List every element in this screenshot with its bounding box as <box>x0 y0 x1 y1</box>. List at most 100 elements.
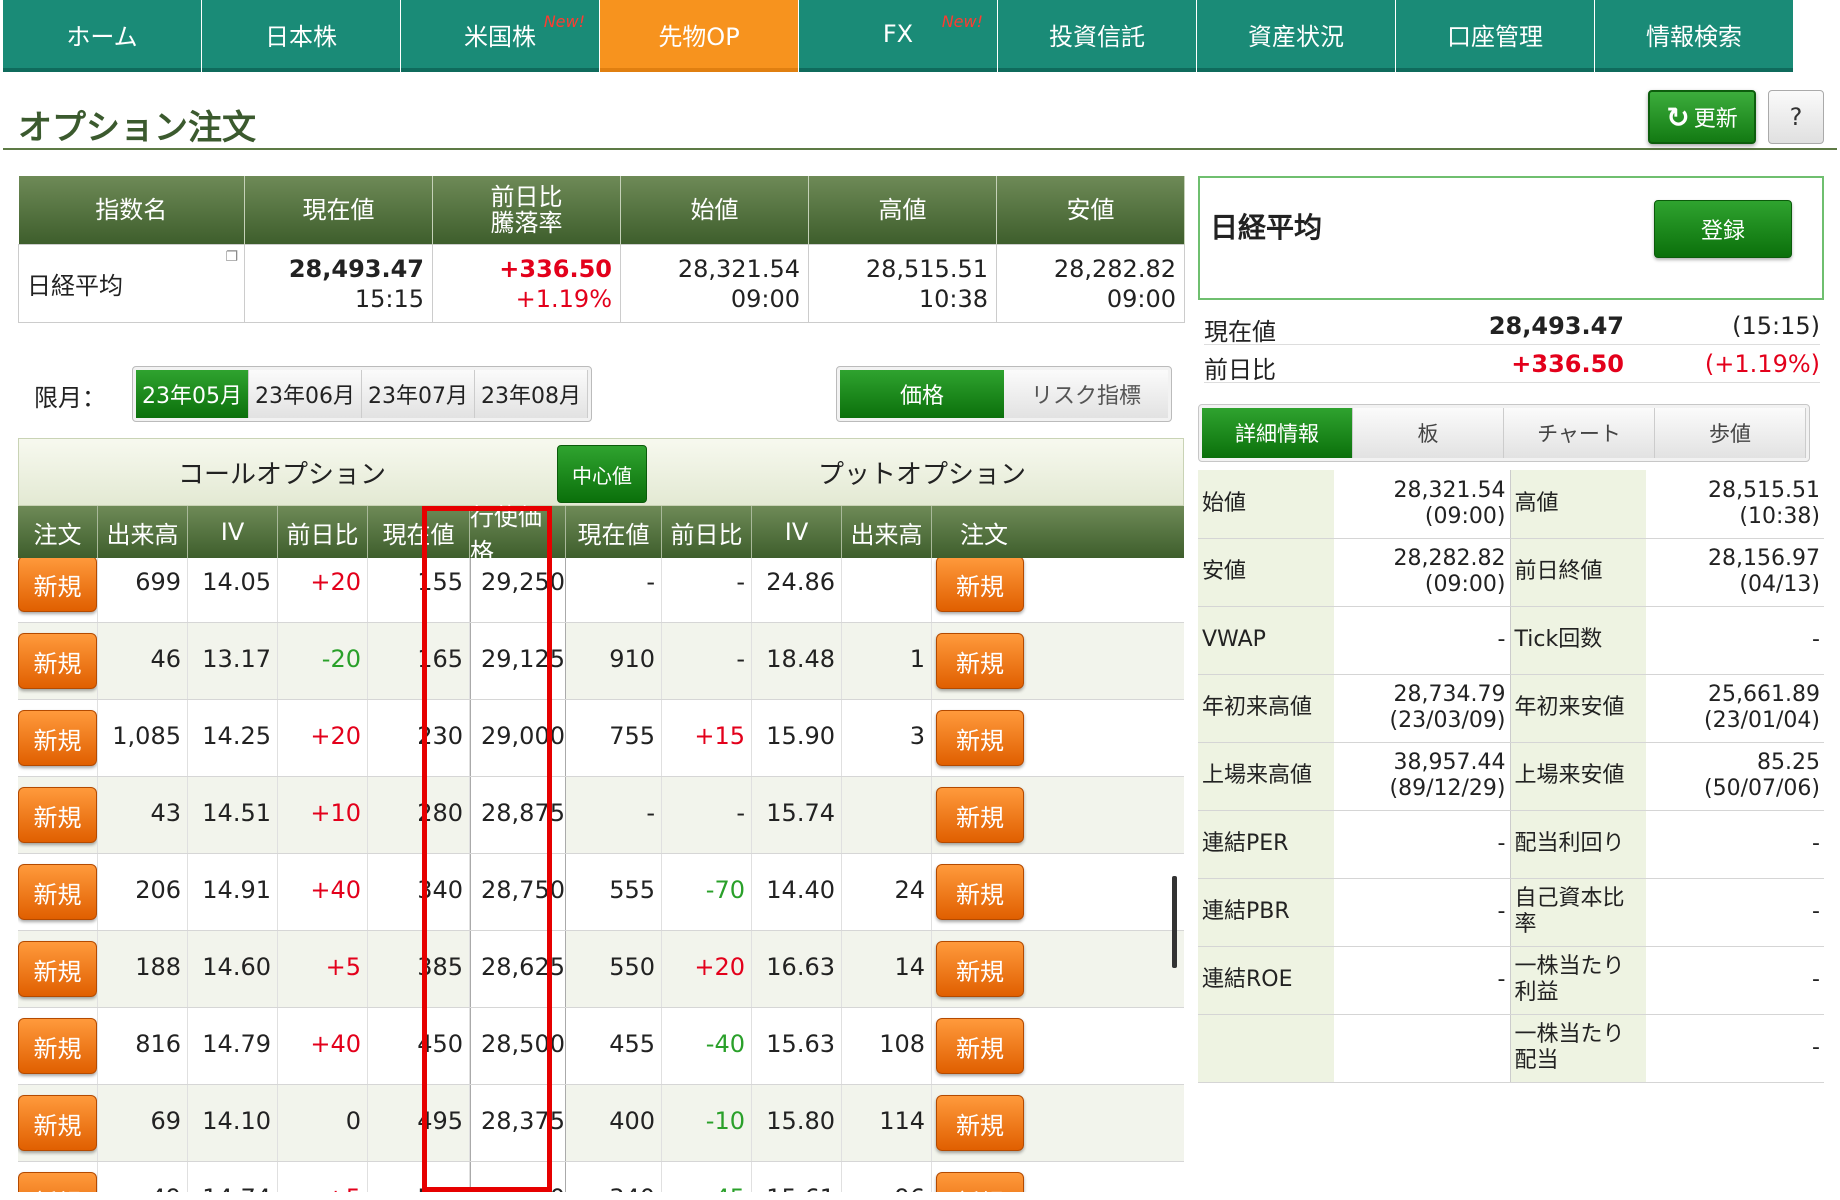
nav-account[interactable]: 口座管理 <box>1396 0 1594 72</box>
center-strike-button[interactable]: 中心値 <box>557 445 647 503</box>
put-change: +20 <box>662 931 752 1007</box>
put-iv-value: 14.40 <box>766 876 835 904</box>
month-tab[interactable]: 23年05月 <box>136 370 249 418</box>
strike-price-value: 28,875 <box>481 799 565 827</box>
detail-label: 前日終値 <box>1509 538 1646 607</box>
contract-month-label: 限月： <box>34 384 106 412</box>
put-price: 555 <box>566 854 662 930</box>
put-new-order-button[interactable]: 新規 <box>936 864 1024 920</box>
put-change-value: -10 <box>705 1107 745 1135</box>
put-iv-value: 15.90 <box>766 722 835 750</box>
call-new-order-button[interactable]: 新規 <box>18 633 97 689</box>
put-change-value: - <box>736 568 745 596</box>
put-options-title: プットオプション <box>817 459 1026 490</box>
scrollbar-thumb[interactable] <box>1172 876 1177 968</box>
register-button[interactable]: 登録 <box>1654 200 1792 258</box>
call-iv-value: 14.91 <box>202 876 271 904</box>
strike-price: 28,375 <box>470 1085 566 1161</box>
nav-fx[interactable]: FX New! <box>799 0 997 72</box>
detail-row: 始値 28,321.54 (09:00) 高値 28,515.51 (10:38) <box>1198 470 1824 539</box>
call-price: 495 <box>368 1085 470 1161</box>
put-new-order-button[interactable]: 新規 <box>936 633 1024 689</box>
call-iv: 14.51 <box>188 777 278 853</box>
call-change-value: +20 <box>310 568 361 596</box>
detail-label: 高値 <box>1509 470 1646 539</box>
tab-risk-indicators[interactable]: リスク指標 <box>1004 370 1168 418</box>
nav-info-search[interactable]: 情報検索 <box>1595 0 1793 72</box>
detail-value <box>1334 1014 1510 1083</box>
tab-details[interactable]: 詳細情報 <box>1202 408 1353 458</box>
divider <box>1204 344 1820 345</box>
tab-chart[interactable]: チャート <box>1504 408 1655 458</box>
call-price: 230 <box>368 700 470 776</box>
call-change-value: +5 <box>326 1184 361 1192</box>
detail-value: 28,156.97 (04/13) <box>1646 538 1824 607</box>
put-volume <box>842 558 932 622</box>
tab-price[interactable]: 価格 <box>840 370 1004 418</box>
strike-price-value: 28,250 <box>481 1184 565 1192</box>
call-change-value: +5 <box>325 953 361 981</box>
quote-change-label: 前日比 <box>1204 356 1276 384</box>
header-low: 安値 <box>996 176 1185 245</box>
nav-label: FX <box>882 20 914 48</box>
call-price-value: 165 <box>417 645 463 673</box>
call-change-value: +40 <box>310 876 361 904</box>
popout-icon[interactable]: ❐ <box>225 249 238 265</box>
call-new-order-button[interactable]: 新規 <box>18 1095 97 1151</box>
call-change: +40 <box>278 854 368 930</box>
call-new-order-button[interactable]: 新規 <box>18 1172 97 1192</box>
detail-value: 28,321.54 (09:00) <box>1334 470 1510 539</box>
detail-label: Tick回数 <box>1509 606 1646 675</box>
put-price-value: 455 <box>609 1030 655 1058</box>
top-nav: ホーム 日本株 米国株 New! 先物OP FX New! 投資信託 資産状況 口座… <box>0 0 1840 76</box>
call-new-order-button[interactable]: 新規 <box>18 864 97 920</box>
call-change: -20 <box>278 623 368 699</box>
month-tab[interactable]: 23年08月 <box>475 370 588 418</box>
month-tab[interactable]: 23年07月 <box>362 370 475 418</box>
tab-order-book[interactable]: 板 <box>1353 408 1504 458</box>
put-new-order-button[interactable]: 新規 <box>936 787 1024 843</box>
call-price: 280 <box>368 777 470 853</box>
call-new-order-button[interactable]: 新規 <box>18 1018 97 1074</box>
call-new-order-button[interactable]: 新規 <box>18 710 97 766</box>
header-open: 始値 <box>620 176 809 245</box>
put-order-cell: 新規 <box>932 1162 1174 1192</box>
put-price: 755 <box>566 700 662 776</box>
nav-japan-stocks[interactable]: 日本株 <box>202 0 400 72</box>
nav-assets[interactable]: 資産状況 <box>1197 0 1395 72</box>
call-iv: 13.17 <box>188 623 278 699</box>
put-new-order-button[interactable]: 新規 <box>936 941 1024 997</box>
index-name[interactable]: 日経平均 ❐ <box>18 244 245 323</box>
put-new-order-button[interactable]: 新規 <box>936 1172 1024 1192</box>
call-new-order-button[interactable]: 新規 <box>18 787 97 843</box>
nav-us-stocks[interactable]: 米国株 New! <box>401 0 599 72</box>
col-call-iv: IV <box>188 506 278 558</box>
put-new-order-button[interactable]: 新規 <box>936 710 1024 766</box>
nav-label: 先物OP <box>658 22 740 51</box>
col-put-change: 前日比 <box>662 506 752 558</box>
tab-time-and-sales[interactable]: 歩値 <box>1655 408 1806 458</box>
put-new-order-button[interactable]: 新規 <box>936 558 1024 612</box>
help-button[interactable]: ? <box>1768 90 1824 144</box>
option-row: 新規 188 14.60 +5 385 28,625 550 +20 16.63 14 新規 <box>18 931 1184 1008</box>
divider <box>1204 382 1820 383</box>
call-new-order-button[interactable]: 新規 <box>18 558 97 612</box>
contract-month-tabs: 23年05月 23年06月 23年07月 23年08月 <box>132 366 592 422</box>
call-iv: 14.05 <box>188 558 278 622</box>
put-new-order-button[interactable]: 新規 <box>936 1095 1024 1151</box>
call-new-order-button[interactable]: 新規 <box>18 941 97 997</box>
call-volume-value: 188 <box>135 953 181 981</box>
month-tab[interactable]: 23年06月 <box>249 370 362 418</box>
option-row: 新規 49 14.74 +5 585 28,250 340 -45 15.61 96 新規 <box>18 1162 1184 1192</box>
nav-mutual-funds[interactable]: 投資信託 <box>998 0 1196 72</box>
nav-home[interactable]: ホーム <box>3 0 201 72</box>
call-volume: 49 <box>98 1162 188 1192</box>
detail-row: 年初来高値 28,734.79 (23/03/09) 年初来安値 25,661.89 (2… <box>1198 674 1824 743</box>
header-high: 高値 <box>808 176 997 245</box>
nav-label: ホーム <box>66 22 138 51</box>
put-change: - <box>662 558 752 622</box>
put-new-order-button[interactable]: 新規 <box>936 1018 1024 1074</box>
refresh-button[interactable]: ↻ 更新 <box>1648 90 1756 144</box>
nav-futures-options[interactable]: 先物OP <box>600 0 798 72</box>
call-change: +40 <box>278 1008 368 1084</box>
